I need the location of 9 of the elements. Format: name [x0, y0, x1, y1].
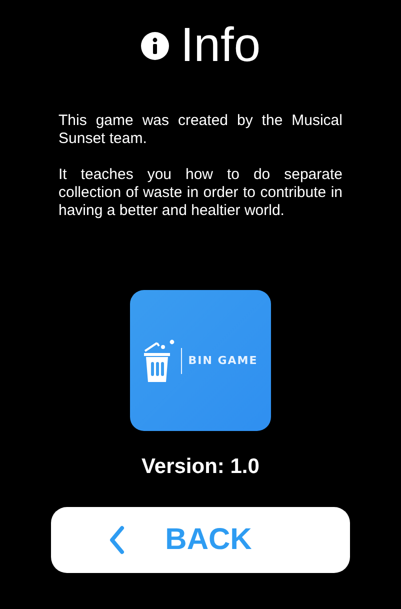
page-title: Info: [180, 20, 261, 72]
logo-text: BIN GAME: [188, 354, 258, 367]
version-label: Version: 1.0: [142, 455, 260, 479]
info-paragraph: It teaches you how to do separate collection of waste in order to contribute in having a better and healtier world.: [58, 166, 342, 220]
info-icon: [140, 31, 170, 61]
trash-bin-icon: [143, 338, 176, 382]
back-button[interactable]: BACK: [51, 507, 350, 573]
info-paragraph: This game was created by the Musical Sunset team.: [58, 112, 342, 148]
chevron-left-icon: [109, 525, 126, 555]
